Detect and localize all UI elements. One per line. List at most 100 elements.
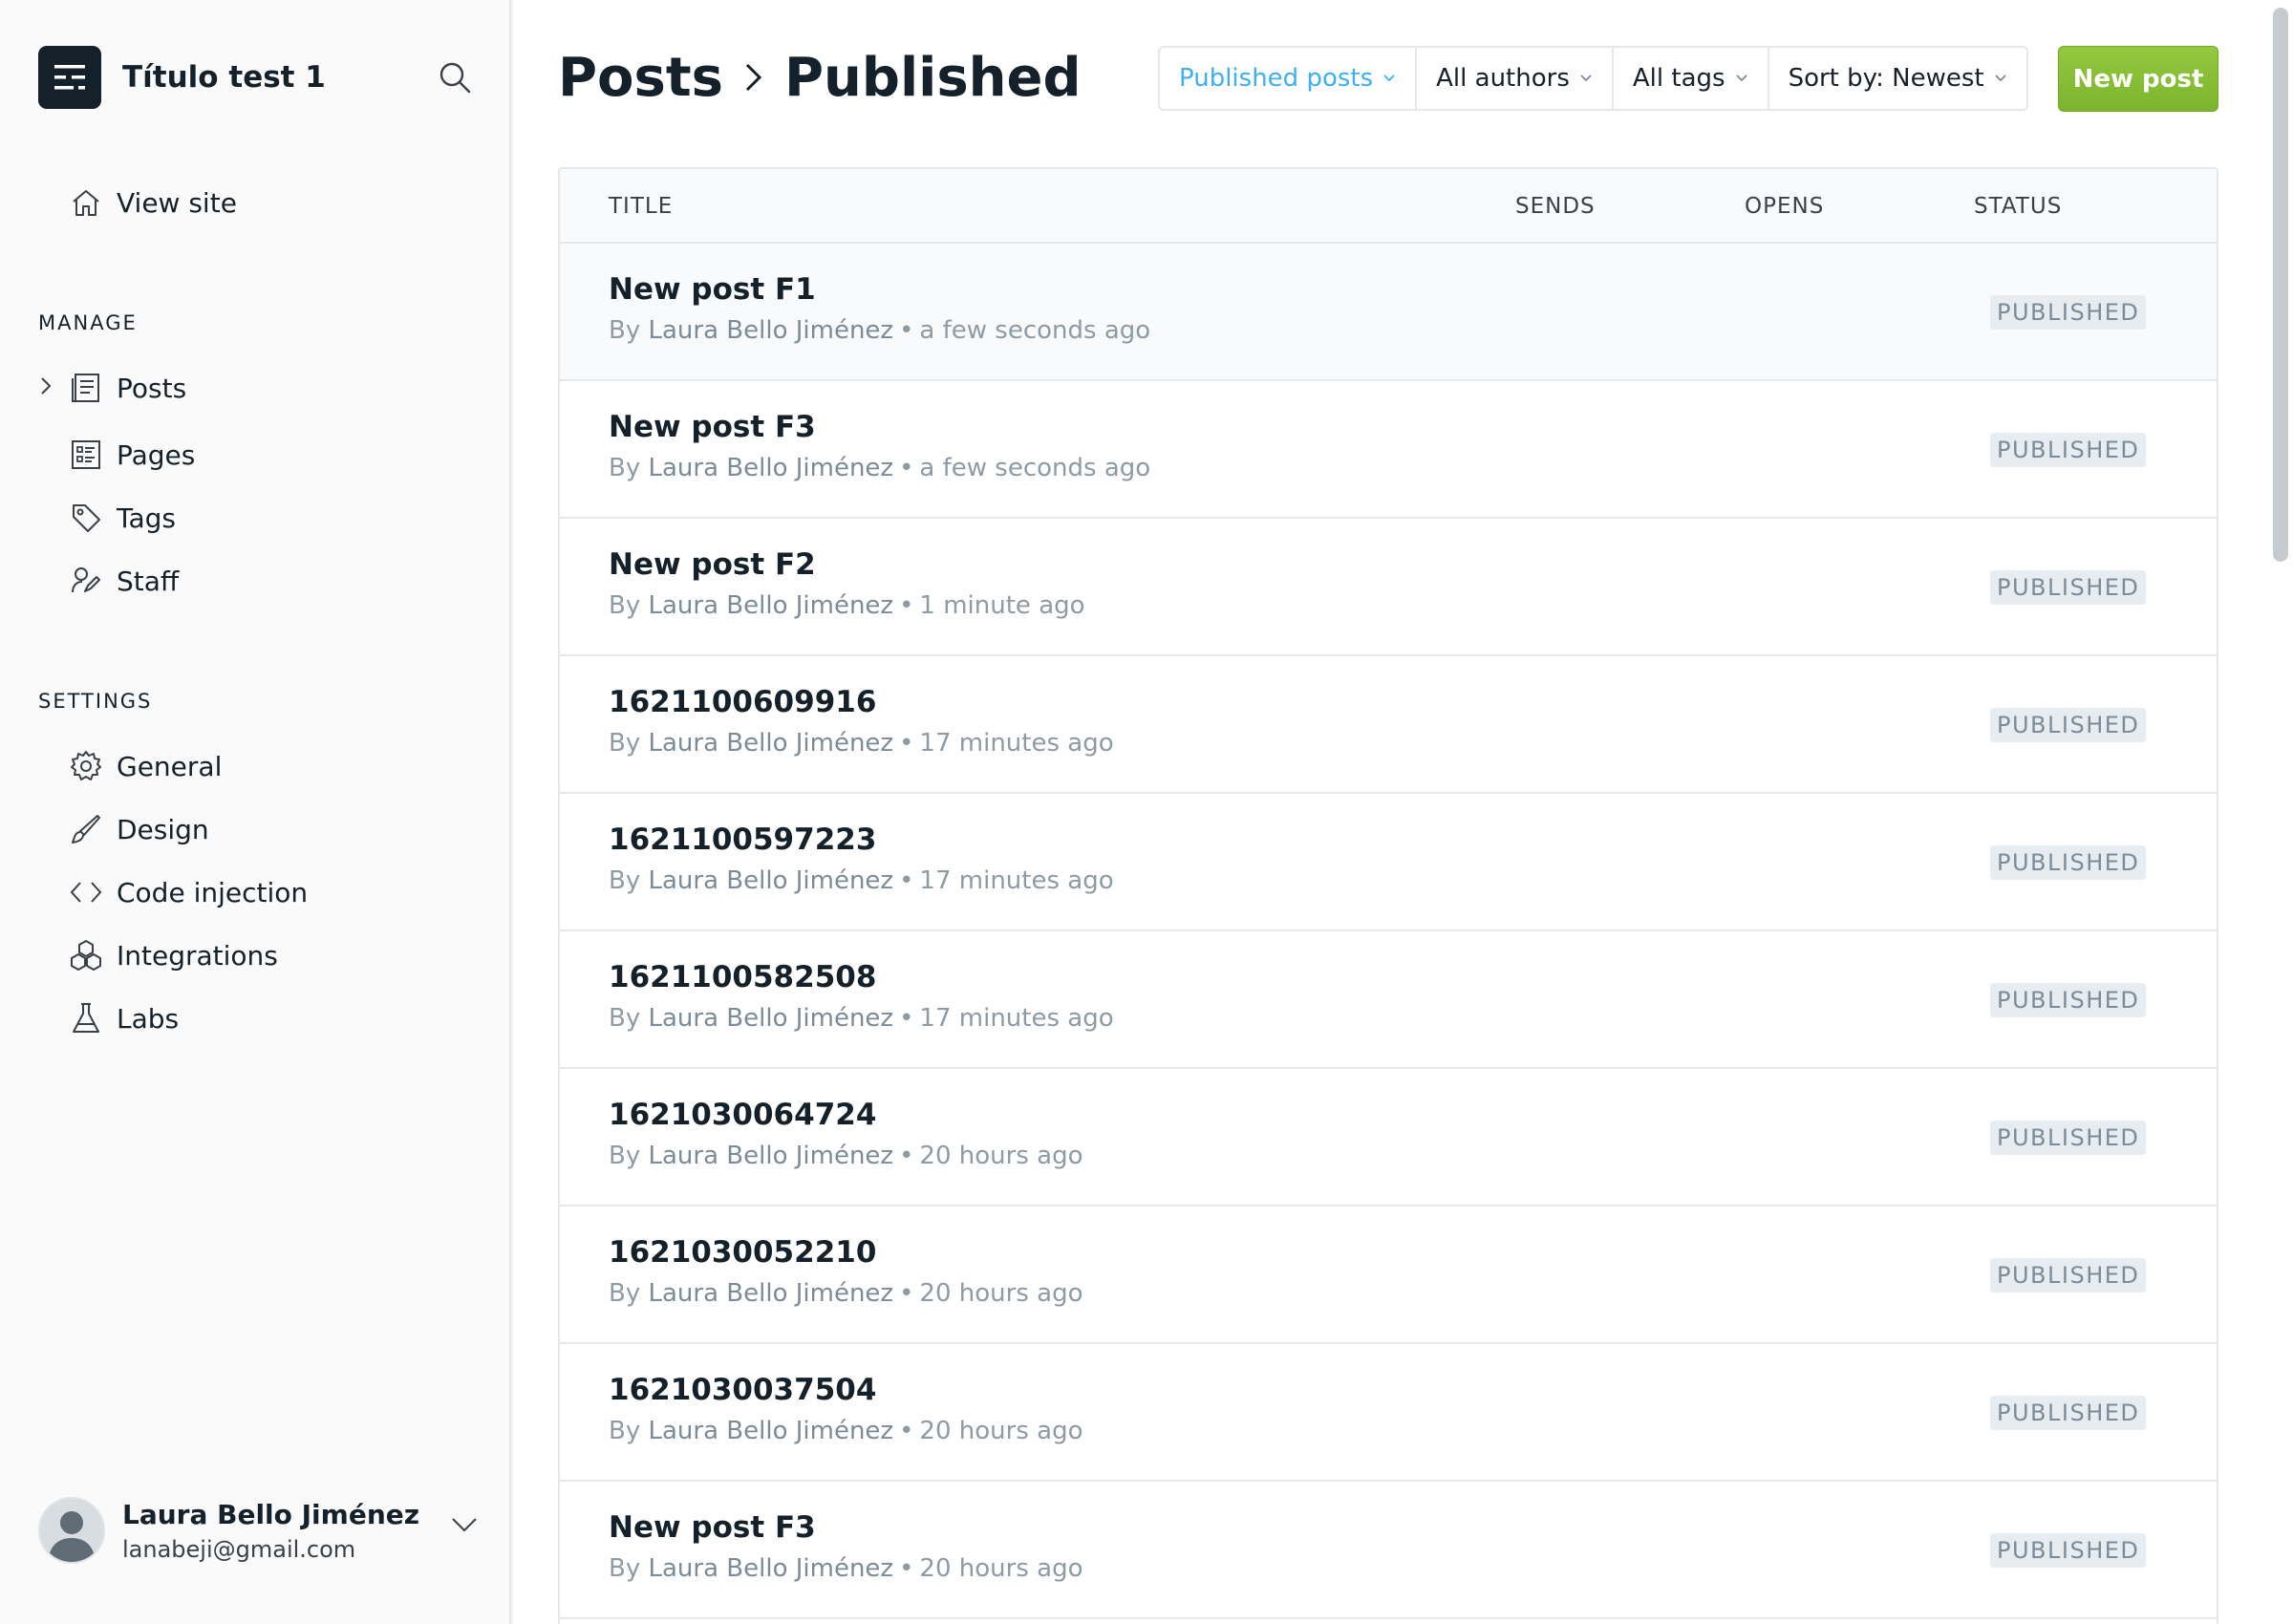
status-badge: PUBLISHED bbox=[1990, 845, 2147, 880]
status-badge: PUBLISHED bbox=[1990, 1121, 2147, 1155]
posts-table: TITLE SENDS OPENS STATUS New post F1 By L… bbox=[558, 167, 2218, 1624]
sidebar-item-label: Design bbox=[117, 813, 209, 845]
post-title[interactable]: 1621100609916 bbox=[609, 685, 876, 719]
sidebar-item-posts[interactable]: Posts bbox=[67, 367, 186, 409]
separator-dot: • bbox=[899, 1279, 914, 1308]
post-meta: By Laura Bello Jiménez • a few seconds ago bbox=[609, 454, 1150, 482]
sort-dropdown[interactable]: Sort by: Newest bbox=[1769, 48, 2026, 109]
post-title[interactable]: New post F3 bbox=[609, 410, 816, 444]
sidebar-item-tags[interactable]: Tags bbox=[67, 497, 176, 539]
table-row[interactable]: New post F1 By Laura Bello Jiménez • a few … bbox=[560, 244, 2217, 381]
sidebar-item-code-injection[interactable]: Code injection bbox=[67, 871, 308, 913]
column-status: STATUS bbox=[1974, 194, 2063, 219]
integrations-icon bbox=[67, 936, 105, 974]
post-time: 20 hours ago bbox=[919, 1554, 1083, 1583]
main-content: Posts Published Published posts All auth… bbox=[513, 0, 2293, 1624]
page-title: Published bbox=[783, 46, 1082, 109]
sidebar-item-general[interactable]: General bbox=[67, 745, 222, 787]
author-filter-dropdown[interactable]: All authors bbox=[1417, 48, 1614, 109]
separator-dot: • bbox=[899, 1004, 914, 1033]
flask-icon bbox=[67, 999, 105, 1037]
post-title[interactable]: New post F1 bbox=[609, 272, 816, 307]
sidebar-item-integrations[interactable]: Integrations bbox=[67, 934, 278, 976]
table-row[interactable]: 1621100582508 By Laura Bello Jiménez • 17 m… bbox=[560, 931, 2217, 1069]
post-author: Laura Bello Jiménez bbox=[648, 1554, 894, 1583]
sidebar-item-label: Staff bbox=[117, 565, 180, 597]
site-logo-icon bbox=[38, 46, 101, 109]
posts-icon bbox=[67, 369, 105, 407]
post-author: Laura Bello Jiménez bbox=[648, 591, 894, 620]
post-author: Laura Bello Jiménez bbox=[648, 1004, 894, 1033]
post-title[interactable]: 1621100597223 bbox=[609, 823, 876, 857]
tag-filter-dropdown[interactable]: All tags bbox=[1614, 48, 1769, 109]
type-filter-dropdown[interactable]: Published posts bbox=[1160, 48, 1418, 109]
post-title[interactable]: 1621030064724 bbox=[609, 1098, 876, 1132]
pages-icon bbox=[67, 436, 105, 474]
chevron-down-icon bbox=[1994, 74, 2007, 83]
post-author: Laura Bello Jiménez bbox=[648, 729, 894, 758]
sidebar-item-pages[interactable]: Pages bbox=[67, 434, 195, 476]
new-post-button[interactable]: New post bbox=[2058, 46, 2218, 112]
separator-dot: • bbox=[899, 591, 914, 620]
brush-icon bbox=[67, 810, 105, 848]
sidebar-item-label: Labs bbox=[117, 1002, 180, 1035]
post-title[interactable]: 1621030037504 bbox=[609, 1373, 876, 1407]
type-filter-label: Published posts bbox=[1179, 64, 1374, 93]
post-title[interactable]: 1621100582508 bbox=[609, 960, 876, 994]
home-icon bbox=[67, 183, 105, 222]
author-filter-label: All authors bbox=[1436, 64, 1570, 93]
table-row[interactable]: 1621100609916 By Laura Bello Jiménez • 17 m… bbox=[560, 656, 2217, 794]
sort-label: Sort by: Newest bbox=[1788, 64, 1984, 93]
table-row[interactable]: 1621100597223 By Laura Bello Jiménez • 17 m… bbox=[560, 794, 2217, 931]
table-row[interactable]: 1621030052210 By Laura Bello Jiménez • 20 h… bbox=[560, 1207, 2217, 1344]
sidebar-item-staff[interactable]: Staff bbox=[67, 560, 179, 602]
user-menu[interactable]: Laura Bello Jiménez lanabeji@gmail.com bbox=[38, 1495, 478, 1566]
brand[interactable]: Título test 1 bbox=[38, 46, 326, 109]
column-opens: OPENS bbox=[1745, 194, 1825, 219]
table-row[interactable]: 1621030064724 By Laura Bello Jiménez • 20 h… bbox=[560, 1069, 2217, 1207]
sidebar-item-labs[interactable]: Labs bbox=[67, 997, 179, 1039]
post-title[interactable]: New post F3 bbox=[609, 1510, 816, 1545]
status-badge: PUBLISHED bbox=[1990, 295, 2147, 330]
table-body: New post F1 By Laura Bello Jiménez • a few … bbox=[560, 244, 2217, 1619]
gear-icon bbox=[67, 747, 105, 785]
breadcrumb-root[interactable]: Posts bbox=[558, 47, 723, 109]
post-title[interactable]: 1621030052210 bbox=[609, 1235, 876, 1270]
status-badge: PUBLISHED bbox=[1990, 708, 2147, 742]
chevron-right-icon[interactable] bbox=[34, 374, 57, 397]
table-row[interactable]: New post F2 By Laura Bello Jiménez • 1 minu… bbox=[560, 519, 2217, 656]
post-time: 20 hours ago bbox=[919, 1279, 1083, 1308]
chevron-down-icon[interactable] bbox=[451, 1516, 478, 1537]
post-time: 17 minutes ago bbox=[919, 729, 1114, 758]
sidebar-item-label: Integrations bbox=[117, 939, 278, 972]
separator-dot: • bbox=[899, 1554, 914, 1583]
post-time: 17 minutes ago bbox=[919, 1004, 1114, 1033]
by-label: By bbox=[609, 1004, 641, 1033]
chevron-down-icon bbox=[1382, 74, 1396, 83]
table-row[interactable]: 1621030037504 By Laura Bello Jiménez • 20 h… bbox=[560, 1344, 2217, 1482]
sidebar-item-view-site[interactable]: View site bbox=[67, 182, 237, 224]
separator-dot: • bbox=[899, 316, 914, 345]
sidebar-item-label: Code injection bbox=[117, 876, 309, 908]
by-label: By bbox=[609, 591, 641, 620]
avatar bbox=[38, 1497, 105, 1564]
staff-icon bbox=[67, 562, 105, 600]
post-meta: By Laura Bello Jiménez • 20 hours ago bbox=[609, 1554, 1082, 1583]
status-badge: PUBLISHED bbox=[1990, 1533, 2147, 1568]
by-label: By bbox=[609, 729, 641, 758]
post-title[interactable]: New post F2 bbox=[609, 547, 816, 582]
separator-dot: • bbox=[899, 454, 914, 482]
post-time: 17 minutes ago bbox=[919, 866, 1114, 895]
search-button[interactable] bbox=[435, 57, 475, 97]
scrollbar-thumb[interactable] bbox=[2273, 8, 2288, 562]
sidebar-item-label: View site bbox=[117, 186, 237, 219]
post-author: Laura Bello Jiménez bbox=[648, 1142, 894, 1170]
breadcrumb: Posts Published bbox=[558, 44, 1082, 111]
table-row[interactable]: New post F3 By Laura Bello Jiménez • a few … bbox=[560, 381, 2217, 519]
site-title: Título test 1 bbox=[122, 60, 326, 95]
sidebar-item-design[interactable]: Design bbox=[67, 808, 209, 850]
table-row[interactable]: New post F3 By Laura Bello Jiménez • 20 hou… bbox=[560, 1482, 2217, 1619]
post-time: 20 hours ago bbox=[919, 1417, 1083, 1445]
separator-dot: • bbox=[899, 1417, 914, 1445]
post-meta: By Laura Bello Jiménez • 17 minutes ago bbox=[609, 729, 1114, 758]
